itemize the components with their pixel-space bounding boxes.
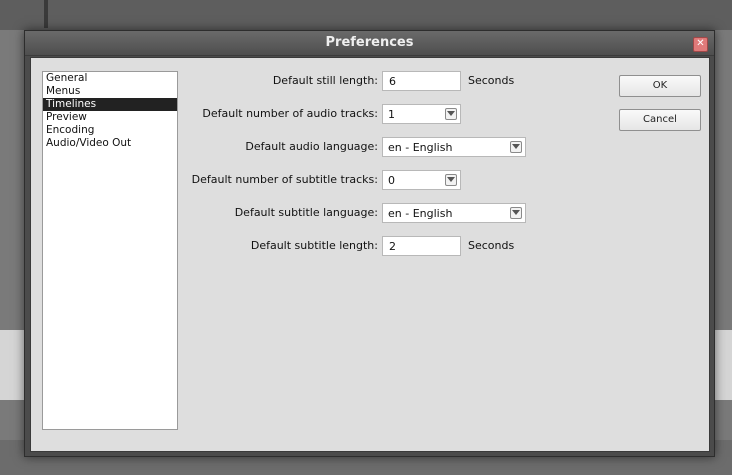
subtitle-length-label: Default subtitle length:	[250, 239, 378, 252]
sidebar-item-audio-video-out[interactable]: Audio/Video Out	[43, 137, 177, 150]
audio-language-select[interactable]: en - English	[382, 137, 526, 157]
subtitle-tracks-select[interactable]: 0	[382, 170, 461, 190]
preferences-dialog: Preferences ✕ General Menus Timelines Pr…	[24, 30, 715, 457]
dialog-title: Preferences	[325, 35, 414, 50]
close-icon[interactable]: ✕	[693, 37, 708, 52]
sidebar-item-encoding[interactable]: Encoding	[43, 124, 177, 137]
background-app-toolbar	[0, 0, 732, 30]
still-length-unit: Seconds	[468, 74, 515, 87]
subtitle-tracks-value: 0	[388, 174, 395, 187]
dialog-titlebar[interactable]: Preferences ✕	[25, 31, 714, 56]
background-app-divider	[44, 0, 48, 28]
audio-tracks-value: 1	[388, 108, 395, 121]
dialog-body: General Menus Timelines Preview Encoding…	[30, 57, 710, 452]
sidebar-item-preview[interactable]: Preview	[43, 111, 177, 124]
subtitle-language-select[interactable]: en - English	[382, 203, 526, 223]
chevron-down-icon[interactable]	[445, 108, 457, 120]
ok-button[interactable]: OK	[619, 75, 701, 97]
still-length-field[interactable]: 6	[382, 71, 461, 91]
audio-language-value: en - English	[388, 141, 453, 154]
audio-tracks-label: Default number of audio tracks:	[202, 107, 378, 120]
subtitle-tracks-label: Default number of subtitle tracks:	[191, 173, 378, 186]
subtitle-language-label: Default subtitle language:	[234, 206, 378, 219]
subtitle-length-field[interactable]: 2	[382, 236, 461, 256]
audio-language-label: Default audio language:	[245, 140, 378, 153]
sidebar-item-menus[interactable]: Menus	[43, 85, 177, 98]
subtitle-language-value: en - English	[388, 207, 453, 220]
audio-tracks-select[interactable]: 1	[382, 104, 461, 124]
chevron-down-icon[interactable]	[510, 207, 522, 219]
cancel-button[interactable]: Cancel	[619, 109, 701, 131]
chevron-down-icon[interactable]	[510, 141, 522, 153]
sidebar-item-general[interactable]: General	[43, 72, 177, 85]
sidebar-item-timelines[interactable]: Timelines	[43, 98, 177, 111]
category-list[interactable]: General Menus Timelines Preview Encoding…	[42, 71, 178, 430]
still-length-label: Default still length:	[272, 74, 378, 87]
chevron-down-icon[interactable]	[445, 174, 457, 186]
subtitle-length-unit: Seconds	[468, 239, 515, 252]
